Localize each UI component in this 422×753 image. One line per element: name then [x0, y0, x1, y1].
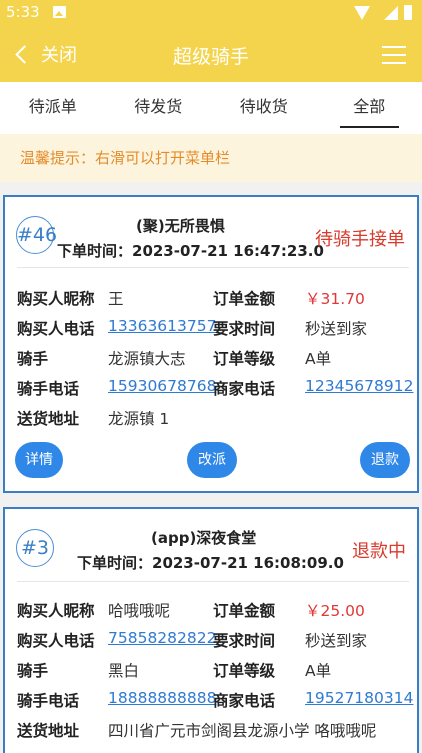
buyer-nick-label: 购买人昵称 [17, 602, 95, 620]
address-value: 四川省广元市剑阁县龙源小学 咯哦哦呢 [108, 722, 377, 740]
buyer-phone-label: 购买人电话 [17, 632, 95, 650]
level-value: A单 [305, 350, 332, 368]
image-notification-icon [53, 6, 66, 18]
info-row: 骑手 黑白 订单等级 A单 [17, 659, 411, 683]
menu-icon[interactable] [382, 46, 406, 64]
info-row: 骑手电话 18888888888 商家电话 19527180314 [17, 689, 413, 713]
reassign-button[interactable]: 改派 [187, 442, 237, 478]
rider-label: 骑手 [17, 662, 49, 680]
amount-value: ￥25.00 [305, 602, 365, 620]
rider-value: 龙源镇大志 [108, 350, 186, 368]
level-label: 订单等级 [213, 350, 276, 368]
battery-icon [404, 5, 412, 20]
order-status: 退款中 [352, 541, 406, 562]
amount-value: ￥31.70 [305, 290, 365, 308]
tab-pending-receive[interactable]: 待收货 [211, 82, 317, 134]
address-label: 送货地址 [17, 722, 80, 740]
divider [17, 581, 409, 582]
tab-pending-ship[interactable]: 待发货 [106, 82, 212, 134]
order-time: 下单时间：2023-07-21 16:08:09.0 [77, 554, 344, 572]
tab-all[interactable]: 全部 [317, 82, 422, 134]
req-time-label: 要求时间 [213, 320, 276, 338]
rider-phone-label: 骑手电话 [17, 380, 80, 398]
order-time: 下单时间：2023-07-21 16:47:23.0 [57, 242, 324, 260]
req-time-label: 要求时间 [213, 632, 276, 650]
wifi-icon [354, 6, 370, 20]
buyer-nick-value: 王 [108, 290, 124, 308]
info-row: 购买人昵称 王 订单金额 ￥31.70 [17, 287, 411, 311]
buyer-nick-value: 哈哦哦呢 [108, 602, 171, 620]
rider-phone-link[interactable]: 18888888888 [108, 689, 216, 707]
info-row: 送货地址 四川省广元市剑阁县龙源小学 咯哦哦呢 [17, 719, 411, 743]
info-row: 骑手电话 15930678768 商家电话 12345678912 [17, 377, 413, 401]
buyer-phone-label: 购买人电话 [17, 320, 95, 338]
merchant-phone-link[interactable]: 12345678912 [305, 377, 413, 395]
rider-value: 黑白 [108, 662, 140, 680]
signal-icon [384, 6, 398, 20]
req-time-value: 秒送到家 [305, 320, 368, 338]
rider-label: 骑手 [17, 350, 49, 368]
info-row: 骑手 龙源镇大志 订单等级 A单 [17, 347, 411, 371]
info-row: 购买人电话 75858282822 要求时间 秒送到家 [17, 629, 411, 653]
level-label: 订单等级 [213, 662, 276, 680]
buyer-phone-link[interactable]: 75858282822 [108, 629, 216, 647]
merchant-phone-link[interactable]: 19527180314 [305, 689, 413, 707]
order-card[interactable]: #3 (app)深夜食堂 下单时间：2023-07-21 16:08:09.0 … [3, 507, 419, 753]
amount-label: 订单金额 [213, 290, 276, 308]
divider [17, 267, 409, 268]
rider-phone-link[interactable]: 15930678768 [108, 377, 216, 395]
order-number-badge: #3 [16, 529, 54, 567]
refund-button[interactable]: 退款 [360, 442, 410, 478]
address-value: 龙源镇 1 [108, 410, 170, 428]
order-number-badge: #46 [16, 216, 57, 254]
order-status: 待骑手接单 [315, 229, 405, 250]
info-row: 购买人电话 13363613757 要求时间 秒送到家 [17, 317, 411, 341]
tab-bar: 待派单 待发货 待收货 全部 [0, 82, 422, 134]
merchant-phone-label: 商家电话 [213, 380, 276, 398]
rider-phone-label: 骑手电话 [17, 692, 80, 710]
app-bar: 关闭 超级骑手 [0, 26, 422, 82]
status-time: 5:33 [6, 3, 40, 21]
tab-pending-dispatch[interactable]: 待派单 [0, 82, 106, 134]
info-row: 送货地址 龙源镇 1 [17, 407, 411, 431]
detail-button[interactable]: 详情 [15, 442, 63, 478]
buyer-nick-label: 购买人昵称 [17, 290, 95, 308]
amount-label: 订单金额 [213, 602, 276, 620]
page-title: 超级骑手 [172, 46, 249, 68]
shop-name: (app)深夜食堂 [151, 529, 257, 547]
req-time-value: 秒送到家 [305, 632, 368, 650]
merchant-phone-label: 商家电话 [213, 692, 276, 710]
buyer-phone-link[interactable]: 13363613757 [108, 317, 216, 335]
status-bar: 5:33 [0, 0, 422, 26]
address-label: 送货地址 [17, 410, 80, 428]
level-value: A单 [305, 662, 332, 680]
info-row: 购买人昵称 哈哦哦呢 订单金额 ￥25.00 [17, 599, 411, 623]
order-card[interactable]: #46 (聚)无所畏惧 下单时间：2023-07-21 16:47:23.0 待… [3, 195, 419, 493]
shop-name: (聚)无所畏惧 [136, 217, 225, 235]
tip-banner: 温馨提示：右滑可以打开菜单栏 [0, 134, 422, 182]
